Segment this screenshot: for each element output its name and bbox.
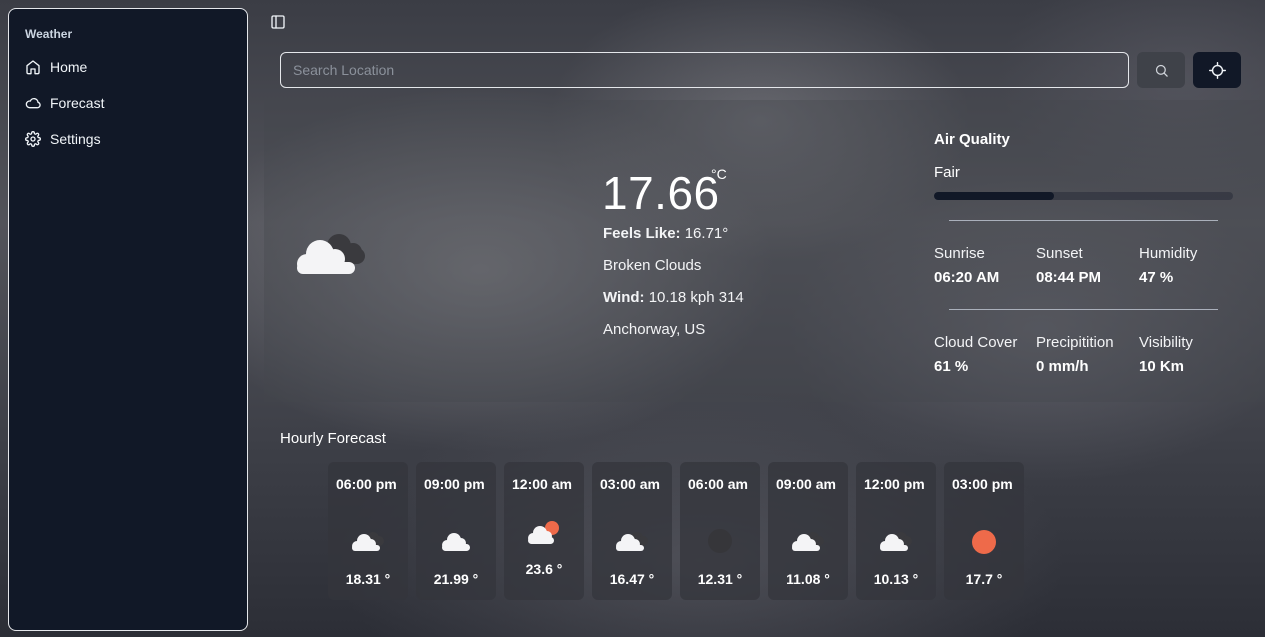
sidebar-item-settings[interactable]: Settings (17, 121, 239, 157)
stat-humidity: Humidity 47 % (1139, 245, 1239, 286)
hourly-card: 03:00 pm 17.7 ° (944, 462, 1024, 600)
location-name: Anchorway, US (603, 321, 706, 338)
cloud-sun-icon (504, 518, 584, 548)
sidebar-item-label: Home (50, 59, 88, 75)
hourly-temp: 12.31 ° (697, 571, 743, 587)
sun-icon (944, 528, 1024, 558)
stat-label: Visibility (1139, 334, 1193, 351)
feels-like-value: 16.71° (684, 225, 729, 242)
stat-sunrise: Sunrise 06:20 AM (934, 245, 1034, 286)
cloud-icon (25, 97, 41, 109)
hourly-card: 12:00 am 23.6 ° (504, 462, 584, 600)
sidebar-toggle-button[interactable] (268, 12, 288, 32)
hourly-card: 09:00 pm 21.99 ° (416, 462, 496, 600)
dark-cloud-icon (680, 526, 760, 556)
search-icon (1155, 64, 1168, 77)
search-button[interactable] (1137, 52, 1185, 88)
current-location-button[interactable] (1193, 52, 1241, 88)
wind: Wind: 10.18 kph 314 (603, 289, 744, 306)
locate-icon (1208, 61, 1226, 79)
hourly-time: 12:00 am (512, 476, 572, 492)
stat-value: 10 Km (1139, 358, 1185, 375)
feels-like-label: Feels Like: (603, 225, 681, 242)
hourly-card: 06:00 am 12.31 ° (680, 462, 760, 600)
air-quality-value: Fair (934, 164, 960, 181)
hourly-temp: 11.08 ° (786, 571, 830, 587)
wind-value: 10.18 kph 314 (648, 289, 744, 306)
divider (949, 309, 1218, 310)
hourly-card: 03:00 am 16.47 ° (592, 462, 672, 600)
current-temperature: 17.66 (602, 167, 720, 219)
sidebar: Weather Home Forecast Settings (8, 8, 248, 631)
stat-precipitation: Precipitition 0 mm/h (1036, 334, 1140, 375)
divider (949, 220, 1218, 221)
temperature-unit: °C (711, 166, 727, 182)
stat-label: Humidity (1139, 245, 1198, 262)
broken-clouds-icon (328, 528, 408, 558)
air-quality-title: Air Quality (934, 131, 1010, 148)
hourly-time: 03:00 am (600, 476, 660, 492)
air-quality-bar-fill (934, 192, 1054, 200)
broken-clouds-icon (856, 528, 936, 558)
stat-label: Sunset (1036, 245, 1083, 262)
hourly-temp: 18.31 ° (345, 571, 391, 587)
search-input[interactable] (280, 52, 1129, 88)
hourly-time: 09:00 am (776, 476, 836, 492)
hourly-time: 06:00 pm (336, 476, 397, 492)
hourly-time: 03:00 pm (952, 476, 1013, 492)
hourly-card: 09:00 am 11.08 ° (768, 462, 848, 600)
hourly-forecast-title: Hourly Forecast (280, 430, 386, 447)
home-icon (26, 60, 40, 75)
hourly-time: 09:00 pm (424, 476, 485, 492)
stat-label: Cloud Cover (934, 334, 1018, 351)
stat-label: Sunrise (934, 245, 985, 262)
hourly-time: 12:00 pm (864, 476, 925, 492)
cloud-icon (416, 528, 496, 558)
stat-value: 06:20 AM (934, 269, 1000, 286)
hourly-card: 06:00 pm 18.31 ° (328, 462, 408, 600)
gear-icon (25, 131, 41, 147)
stat-sunset: Sunset 08:44 PM (1036, 245, 1136, 286)
weather-condition: Broken Clouds (603, 257, 702, 274)
hourly-time: 06:00 am (688, 476, 748, 492)
panel-left-icon (271, 15, 285, 29)
wind-label: Wind: (603, 289, 645, 306)
air-quality-bar (934, 192, 1233, 200)
feels-like: Feels Like: 16.71° (603, 225, 728, 242)
stat-label: Precipitition (1036, 334, 1114, 351)
hourly-temp: 23.6 ° (525, 561, 563, 577)
sidebar-item-forecast[interactable]: Forecast (17, 85, 239, 121)
stat-value: 61 % (934, 358, 969, 375)
stat-value: 47 % (1139, 269, 1174, 286)
hourly-temp: 17.7 ° (965, 571, 1003, 587)
hourly-temp: 10.13 ° (873, 571, 919, 587)
hourly-temp: 21.99 ° (433, 571, 479, 587)
hourly-temp: 16.47 ° (609, 571, 655, 587)
hourly-card: 12:00 pm 10.13 ° (856, 462, 936, 600)
stat-value: 08:44 PM (1036, 269, 1102, 286)
sidebar-item-home[interactable]: Home (17, 49, 239, 85)
broken-clouds-icon (295, 228, 367, 283)
broken-clouds-icon (592, 528, 672, 558)
sidebar-item-label: Settings (50, 131, 101, 147)
stat-visibility: Visibility 10 Km (1139, 334, 1239, 375)
broken-clouds-icon (768, 528, 848, 558)
sidebar-item-label: Forecast (50, 95, 105, 111)
stat-value: 0 mm/h (1036, 358, 1089, 375)
stat-cloud-cover: Cloud Cover 61 % (934, 334, 1038, 375)
sidebar-group-label: Weather (25, 27, 73, 41)
